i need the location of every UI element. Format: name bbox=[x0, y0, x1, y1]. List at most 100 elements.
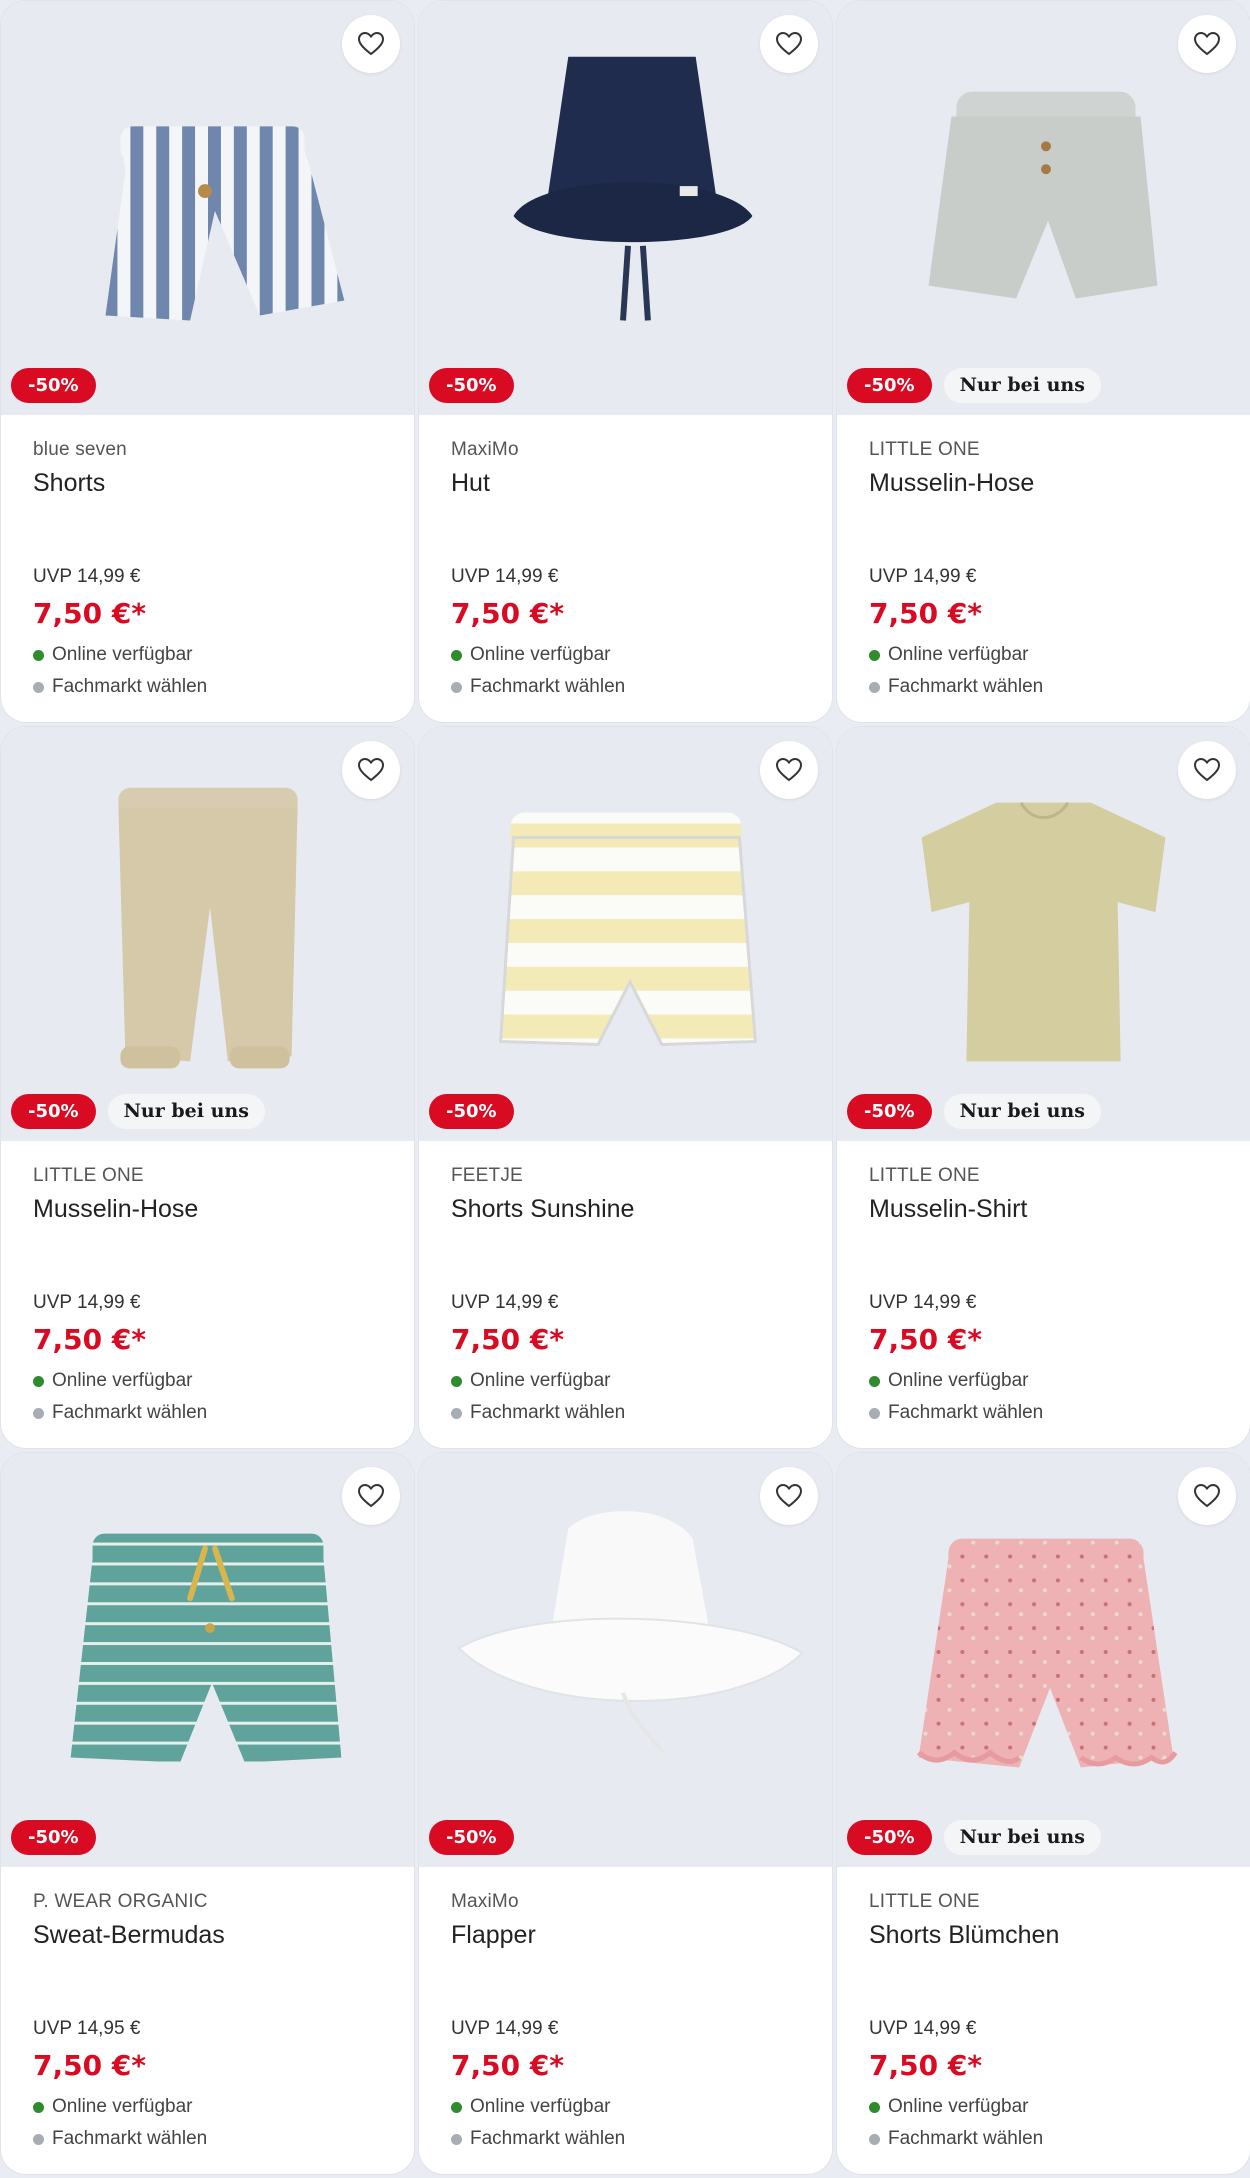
product-card-6[interactable]: -50% Nur bei uns LITTLE ONE Musselin-Shi… bbox=[836, 726, 1250, 1449]
exclusive-badge: Nur bei uns bbox=[943, 1094, 1101, 1129]
favorite-button[interactable] bbox=[1178, 741, 1236, 799]
product-name[interactable]: Musselin-Hose bbox=[33, 1195, 394, 1224]
product-info: FEETJE Shorts Sunshine bbox=[451, 1165, 812, 1224]
product-card-8[interactable]: -50% MaxiMo Flapper UVP 14,99 € 7,50 €* … bbox=[418, 1452, 833, 2175]
badge-row: -50% bbox=[429, 1094, 514, 1129]
favorite-button[interactable] bbox=[760, 741, 818, 799]
discount-badge: -50% bbox=[11, 1820, 96, 1855]
select-store-link[interactable]: Fachmarkt wählen bbox=[33, 2128, 207, 2150]
online-availability: Online verfügbar bbox=[33, 644, 192, 666]
grey-dot-icon bbox=[869, 2133, 880, 2145]
heart-icon bbox=[776, 1484, 802, 1508]
product-image[interactable]: -50% Nur bei uns bbox=[837, 1453, 1250, 1867]
availability-text: Online verfügbar bbox=[470, 2096, 611, 2117]
select-store-link[interactable]: Fachmarkt wählen bbox=[33, 676, 207, 698]
availability-text: Online verfügbar bbox=[52, 1370, 193, 1391]
favorite-button[interactable] bbox=[1178, 1467, 1236, 1525]
grey-dot-icon bbox=[451, 2133, 462, 2145]
grey-dot-icon bbox=[33, 1407, 44, 1419]
online-availability: Online verfügbar bbox=[451, 1370, 610, 1392]
discount-badge: -50% bbox=[429, 1820, 514, 1855]
product-uvp: UVP 14,99 € bbox=[869, 2018, 977, 2039]
product-image[interactable]: -50% Nur bei uns bbox=[837, 727, 1250, 1141]
exclusive-badge: Nur bei uns bbox=[943, 368, 1101, 403]
product-brand: MaxiMo bbox=[451, 439, 519, 460]
select-store-link[interactable]: Fachmarkt wählen bbox=[451, 2128, 625, 2150]
product-card-5[interactable]: -50% FEETJE Shorts Sunshine UVP 14,99 € … bbox=[418, 726, 833, 1449]
product-card-9[interactable]: -50% Nur bei uns LITTLE ONE Shorts Blümc… bbox=[836, 1452, 1250, 2175]
select-store-link[interactable]: Fachmarkt wählen bbox=[869, 676, 1043, 698]
product-brand: LITTLE ONE bbox=[33, 1165, 144, 1186]
product-price: 7,50 €* bbox=[869, 597, 982, 630]
product-brand: LITTLE ONE bbox=[869, 1891, 980, 1912]
badge-row: -50% bbox=[429, 1820, 514, 1855]
favorite-button[interactable] bbox=[342, 15, 400, 73]
product-name[interactable]: Shorts Blümchen bbox=[869, 1921, 1230, 1950]
store-text: Fachmarkt wählen bbox=[470, 1402, 626, 1423]
select-store-link[interactable]: Fachmarkt wählen bbox=[451, 1402, 625, 1424]
product-info: P. WEAR ORGANIC Sweat-Bermudas bbox=[33, 1891, 394, 1950]
select-store-link[interactable]: Fachmarkt wählen bbox=[869, 1402, 1043, 1424]
product-name[interactable]: Hut bbox=[451, 469, 812, 498]
product-brand: P. WEAR ORGANIC bbox=[33, 1891, 208, 1912]
product-name[interactable]: Musselin-Shirt bbox=[869, 1195, 1230, 1224]
badge-row: -50% Nur bei uns bbox=[847, 368, 1101, 403]
store-text: Fachmarkt wählen bbox=[888, 676, 1044, 697]
grey-dot-icon bbox=[33, 681, 44, 693]
availability-text: Online verfügbar bbox=[470, 644, 611, 665]
select-store-link[interactable]: Fachmarkt wählen bbox=[33, 1402, 207, 1424]
product-price: 7,50 €* bbox=[451, 1323, 564, 1356]
favorite-button[interactable] bbox=[1178, 15, 1236, 73]
product-card-4[interactable]: -50% Nur bei uns LITTLE ONE Musselin-Hos… bbox=[0, 726, 415, 1449]
product-image[interactable]: -50% bbox=[1, 1453, 414, 1867]
favorite-button[interactable] bbox=[760, 15, 818, 73]
product-uvp: UVP 14,99 € bbox=[869, 1292, 977, 1313]
product-image[interactable]: -50% bbox=[419, 1, 832, 415]
select-store-link[interactable]: Fachmarkt wählen bbox=[451, 676, 625, 698]
product-brand: FEETJE bbox=[451, 1165, 523, 1186]
badge-row: -50% Nur bei uns bbox=[847, 1820, 1101, 1855]
product-brand: MaxiMo bbox=[451, 1891, 519, 1912]
green-dot-icon bbox=[869, 1375, 880, 1387]
availability-text: Online verfügbar bbox=[888, 644, 1029, 665]
discount-badge: -50% bbox=[11, 368, 96, 403]
product-image[interactable]: -50% bbox=[1, 1, 414, 415]
product-uvp: UVP 14,99 € bbox=[33, 566, 141, 587]
product-name[interactable]: Sweat-Bermudas bbox=[33, 1921, 394, 1950]
favorite-button[interactable] bbox=[342, 741, 400, 799]
product-image[interactable]: -50% Nur bei uns bbox=[837, 1, 1250, 415]
discount-badge: -50% bbox=[847, 1820, 932, 1855]
online-availability: Online verfügbar bbox=[451, 644, 610, 666]
online-availability: Online verfügbar bbox=[33, 1370, 192, 1392]
product-card-2[interactable]: -50% MaxiMo Hut UVP 14,99 € 7,50 €* Onli… bbox=[418, 0, 833, 723]
online-availability: Online verfügbar bbox=[869, 2096, 1028, 2118]
product-name[interactable]: Shorts Sunshine bbox=[451, 1195, 812, 1224]
product-brand: blue seven bbox=[33, 439, 127, 460]
product-uvp: UVP 14,99 € bbox=[451, 566, 559, 587]
green-dot-icon bbox=[451, 649, 462, 661]
online-availability: Online verfügbar bbox=[33, 2096, 192, 2118]
discount-badge: -50% bbox=[429, 1094, 514, 1129]
product-card-1[interactable]: -50% blue seven Shorts UVP 14,99 € 7,50 … bbox=[0, 0, 415, 723]
product-info: MaxiMo Hut bbox=[451, 439, 812, 498]
product-image[interactable]: -50% bbox=[419, 1453, 832, 1867]
product-price: 7,50 €* bbox=[33, 2049, 146, 2082]
product-name[interactable]: Flapper bbox=[451, 1921, 812, 1950]
badge-row: -50% bbox=[429, 368, 514, 403]
product-card-7[interactable]: -50% P. WEAR ORGANIC Sweat-Bermudas UVP … bbox=[0, 1452, 415, 2175]
product-uvp: UVP 14,99 € bbox=[451, 1292, 559, 1313]
favorite-button[interactable] bbox=[760, 1467, 818, 1525]
product-name[interactable]: Musselin-Hose bbox=[869, 469, 1230, 498]
select-store-link[interactable]: Fachmarkt wählen bbox=[869, 2128, 1043, 2150]
product-price: 7,50 €* bbox=[451, 2049, 564, 2082]
product-image[interactable]: -50% Nur bei uns bbox=[1, 727, 414, 1141]
store-text: Fachmarkt wählen bbox=[52, 1402, 208, 1423]
product-card-3[interactable]: -50% Nur bei uns LITTLE ONE Musselin-Hos… bbox=[836, 0, 1250, 723]
green-dot-icon bbox=[451, 1375, 462, 1387]
exclusive-badge: Nur bei uns bbox=[107, 1094, 265, 1129]
product-price: 7,50 €* bbox=[451, 597, 564, 630]
green-dot-icon bbox=[869, 649, 880, 661]
product-name[interactable]: Shorts bbox=[33, 469, 394, 498]
product-image[interactable]: -50% bbox=[419, 727, 832, 1141]
favorite-button[interactable] bbox=[342, 1467, 400, 1525]
